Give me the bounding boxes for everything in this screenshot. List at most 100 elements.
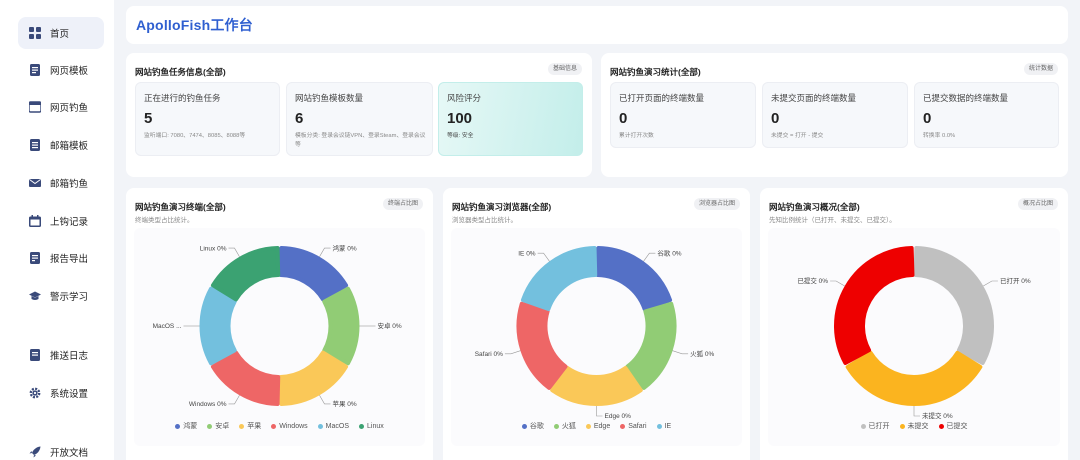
- phishing-drill-stats-card: 网站钓鱼演习统计(全部) 统计数据 已打开页面的终端数量 0 累计打开次数 未提…: [601, 53, 1068, 177]
- chart-legend: 谷歌 火狐 Edge Safari IE: [443, 421, 750, 431]
- sidebar-item-awareness-learning[interactable]: 警示学习: [18, 280, 104, 312]
- legend-item-safari[interactable]: Safari: [620, 421, 647, 431]
- slice-label-line: [319, 395, 331, 405]
- sidebar-item-hook-records[interactable]: 上钩记录: [18, 205, 104, 237]
- slice-label-line: [672, 350, 689, 355]
- slice-edge[interactable]: [550, 365, 643, 406]
- sidebar-item-label: 推送日志: [50, 351, 89, 362]
- legend-label: Edge: [593, 422, 611, 430]
- brand-title: ApolloFish工作台: [136, 17, 253, 33]
- card-title: 网站钓鱼演习终端(全部): [135, 202, 226, 212]
- card-tag[interactable]: 浏览器占比图: [693, 198, 740, 210]
- legend-item-item-2[interactable]: 已提交: [938, 421, 968, 431]
- slice-safari[interactable]: [516, 301, 568, 390]
- sidebar-item-web-template[interactable]: 网页模板: [18, 54, 104, 86]
- stat-risk-score: 风险评分 100 等级: 安全: [438, 82, 583, 156]
- stat-label: 正在进行的钓鱼任务: [144, 93, 221, 103]
- legend-label: 鸿蒙: [183, 423, 198, 430]
- sidebar-item-home[interactable]: 首页: [18, 17, 104, 49]
- phishing-task-info-card: 网站钓鱼任务信息(全部) 基础信息 正在进行的钓鱼任务 5 监听端口: 7080…: [126, 53, 592, 177]
- legend-color-dot: [938, 423, 944, 429]
- card-tag[interactable]: 基础信息: [547, 63, 582, 75]
- legend-item-item-0[interactable]: 已打开: [860, 421, 890, 431]
- sidebar-item-label: 上钩记录: [50, 217, 89, 228]
- slice-macos[interactable]: [199, 286, 237, 366]
- sidebar-item-label: 警示学习: [50, 292, 89, 303]
- legend-item-item-1[interactable]: 安卓: [207, 421, 229, 431]
- legend-item-item-1[interactable]: 未提交: [899, 421, 929, 431]
- sidebar-item-label: 报告导出: [50, 254, 89, 265]
- slice-item-1[interactable]: [845, 350, 983, 406]
- legend-item-item-0[interactable]: 谷歌: [521, 421, 544, 431]
- stat-value: 6: [295, 110, 304, 127]
- stat-value: 100: [447, 110, 473, 127]
- legend-color-dot: [553, 423, 559, 429]
- slice-item-0[interactable]: [913, 246, 994, 365]
- sidebar-item-mail-template[interactable]: 邮箱模板: [18, 129, 104, 161]
- slice-label-item-0: 谷歌 0%: [657, 248, 681, 257]
- legend-label: 火狐: [561, 423, 576, 430]
- card-title: 网站钓鱼演习浏览器(全部): [452, 202, 552, 212]
- legend-label: 谷歌: [529, 423, 544, 430]
- sidebar-item-system-settings[interactable]: 系统设置: [18, 377, 104, 409]
- legend-item-item-2[interactable]: 苹果: [239, 421, 261, 431]
- slice-label-line: [643, 252, 656, 262]
- sidebar-item-open-docs[interactable]: 开放文档: [18, 436, 104, 460]
- card-title: 网站钓鱼演习统计(全部): [610, 67, 701, 77]
- chart-legend: 鸿蒙 安卓 苹果 Windows MacOS Linux: [126, 421, 433, 431]
- card-tag[interactable]: 概况占比图: [1017, 198, 1058, 210]
- stat-desc: 模板分类: 登录会议链VPN、登录Steam、登录会议等: [295, 133, 426, 148]
- sidebar-item-label: 邮箱钓鱼: [50, 179, 89, 190]
- calendar-icon: [28, 214, 42, 228]
- slice-item-2[interactable]: [278, 350, 349, 406]
- legend-color-dot: [585, 423, 591, 429]
- slice-label-item-1: 火狐 0%: [690, 349, 714, 358]
- stat-label: 网站钓鱼模板数量: [295, 93, 364, 103]
- slice-label-line: [537, 252, 550, 262]
- legend-color-dot: [175, 423, 181, 429]
- card-tag[interactable]: 统计数据: [1023, 63, 1058, 75]
- slice-item-2[interactable]: [834, 246, 915, 365]
- legend-color-dot: [656, 423, 662, 429]
- stat-submitted-terminals: 已提交数据的终端数量 0 转换率 0.0%: [914, 82, 1059, 148]
- slice-windows[interactable]: [210, 350, 281, 406]
- sidebar-item-label: 网页钓鱼: [50, 103, 89, 114]
- slice-linux[interactable]: [210, 246, 281, 302]
- legend-color-dot: [317, 423, 323, 429]
- card-title: 网站钓鱼任务信息(全部): [135, 67, 226, 77]
- slice-label-windows: Windows 0%: [189, 401, 227, 408]
- sidebar-item-push-log[interactable]: 推送日志: [18, 339, 104, 371]
- sidebar-item-report-export[interactable]: 报告导出: [18, 242, 104, 274]
- legend-item-item-1[interactable]: 火狐: [553, 421, 576, 431]
- stat-value: 5: [144, 110, 153, 127]
- slice-label-line: [504, 350, 521, 355]
- stat-value: 0: [771, 110, 780, 127]
- legend-label: 已打开: [868, 423, 890, 430]
- sidebar-item-label: 网页模板: [50, 66, 89, 77]
- legend-item-ie[interactable]: IE: [656, 421, 671, 431]
- card-subtitle: 浏览器类型占比统计。: [452, 217, 517, 224]
- legend-item-item-0[interactable]: 鸿蒙: [175, 421, 197, 431]
- card-tag[interactable]: 终端占比图: [382, 198, 423, 210]
- slice-item-0[interactable]: [278, 246, 349, 302]
- mail-template-icon: [28, 138, 42, 152]
- legend-item-macos[interactable]: MacOS: [317, 421, 349, 431]
- legend-color-dot: [899, 423, 905, 429]
- sidebar-item-label: 系统设置: [50, 389, 89, 400]
- slice-label-edge: Edge 0%: [605, 413, 632, 420]
- card-title: 网站钓鱼演习概况(全部): [769, 202, 860, 212]
- slice-label-line: [228, 247, 240, 257]
- sidebar-item-label: 首页: [50, 29, 70, 40]
- legend-color-dot: [207, 423, 213, 429]
- legend-item-windows[interactable]: Windows: [271, 421, 308, 431]
- sidebar-item-label: 开放文档: [50, 448, 89, 459]
- slice-label-item-1: 未提交 0%: [922, 411, 953, 420]
- sidebar-item-web-phishing[interactable]: 网页钓鱼: [18, 91, 104, 123]
- browser-icon: [28, 100, 42, 114]
- legend-color-dot: [239, 423, 245, 429]
- legend-item-linux[interactable]: Linux: [359, 421, 384, 431]
- sidebar-item-mail-phishing[interactable]: 邮箱钓鱼: [18, 167, 104, 199]
- slice-item-1[interactable]: [322, 286, 360, 366]
- legend-item-edge[interactable]: Edge: [585, 421, 611, 431]
- slice-item-1[interactable]: [625, 301, 677, 390]
